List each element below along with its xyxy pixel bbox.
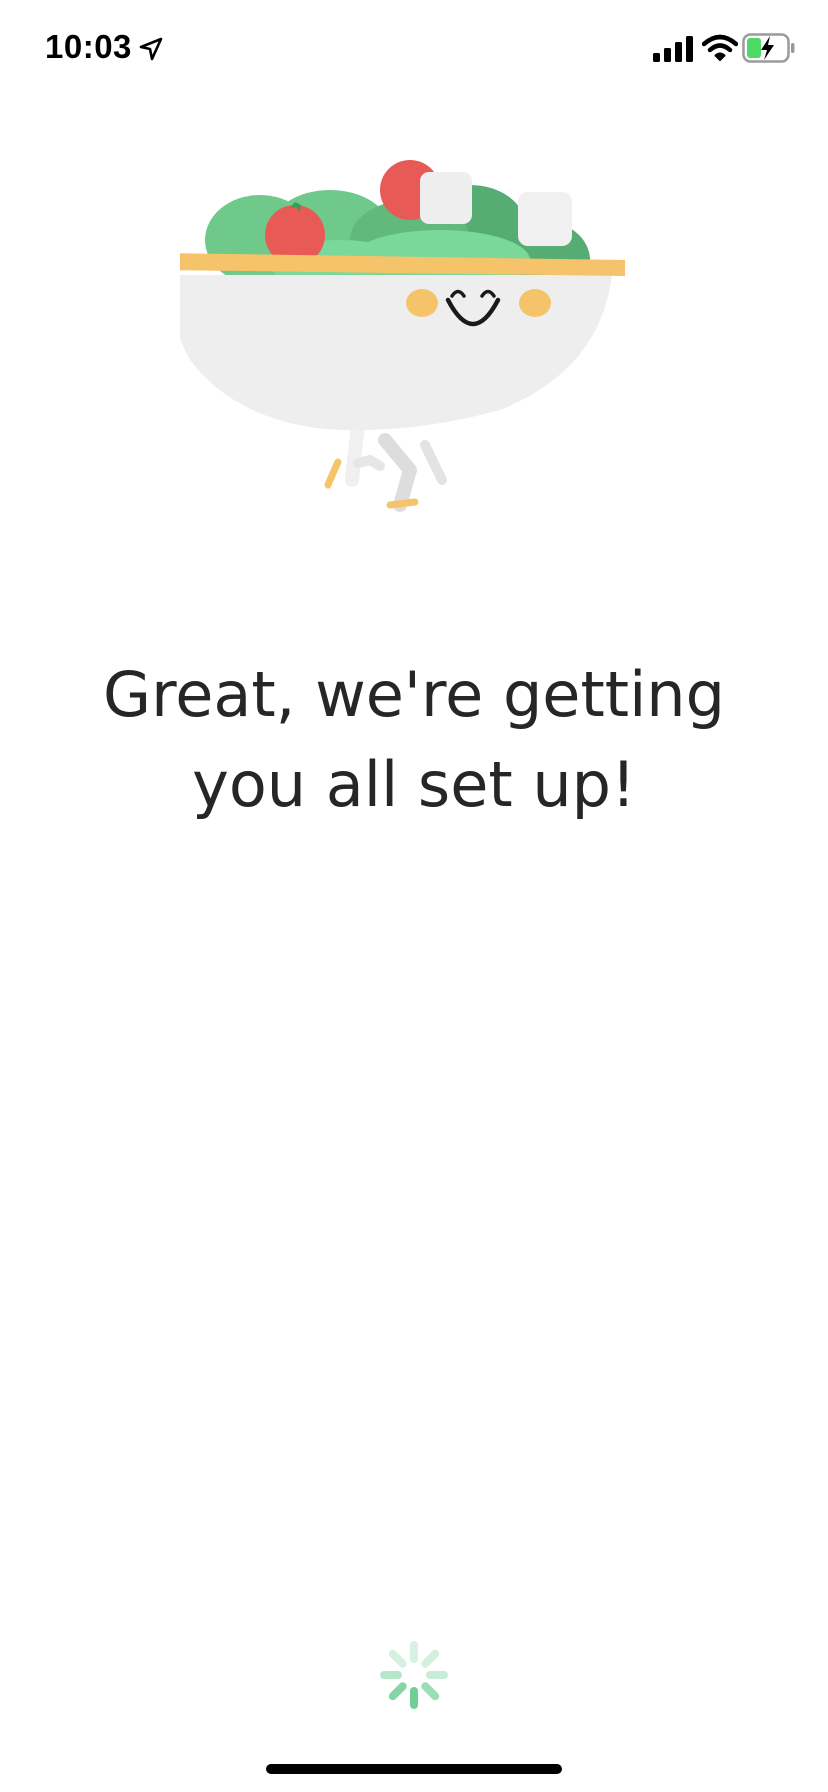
status-time: 10:03 — [45, 28, 132, 65]
wifi-icon — [702, 34, 738, 61]
cellular-signal-icon — [653, 36, 693, 62]
location-arrow-icon — [139, 37, 163, 61]
salad-bowl-mascot-illustration — [180, 160, 625, 512]
loading-spinner-icon — [380, 1641, 448, 1709]
home-indicator[interactable] — [266, 1764, 562, 1774]
page-headline: Great, we're getting you all set up! — [103, 658, 725, 821]
battery-charging-icon — [742, 33, 795, 63]
status-bar: 10:03 — [0, 0, 828, 100]
